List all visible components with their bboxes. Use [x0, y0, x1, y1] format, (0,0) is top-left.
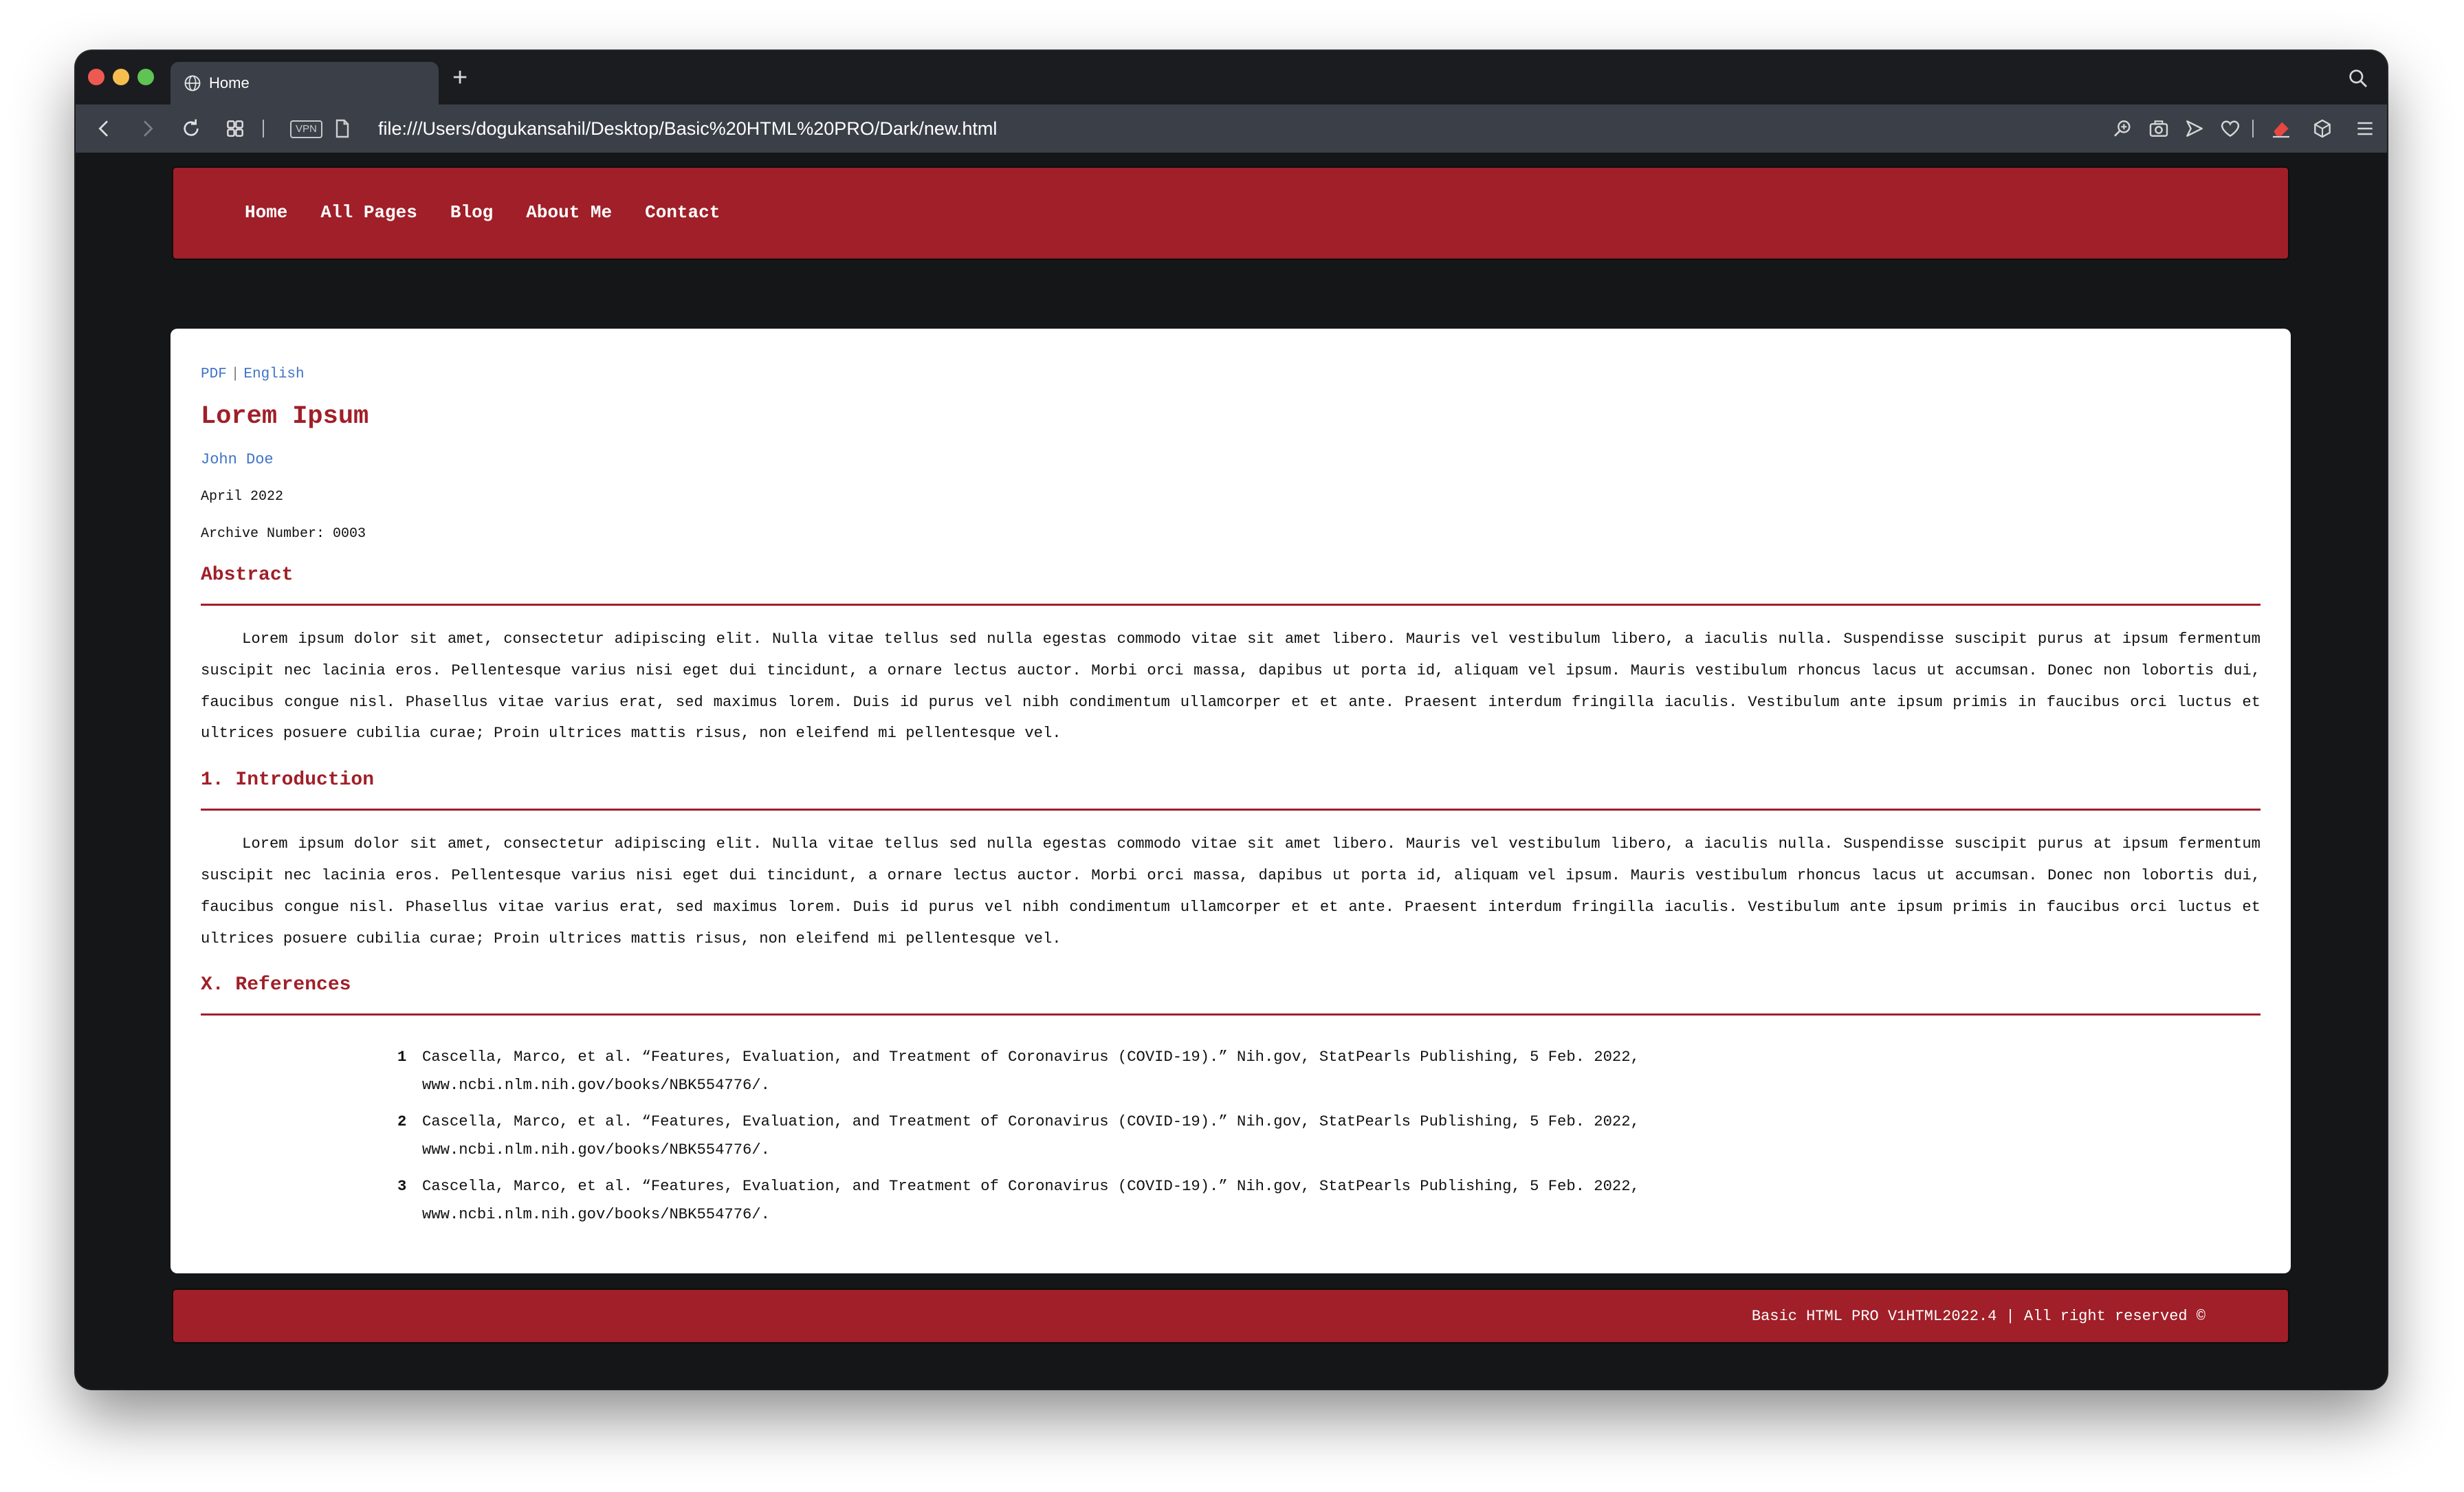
reference-text: Cascella, Marco, et al. “Features, Evalu… [422, 1113, 1640, 1159]
zoom-icon[interactable] [2112, 118, 2134, 140]
page-viewport: Home All Pages Blog About Me Contact PDF… [76, 153, 2387, 1389]
separator [2252, 120, 2254, 138]
nav-contact-link[interactable]: Contact [645, 201, 720, 224]
reload-icon[interactable] [180, 118, 202, 140]
pdf-link[interactable]: PDF [201, 366, 227, 382]
heart-icon[interactable] [2219, 118, 2241, 140]
references-heading: X. References [201, 972, 2260, 1016]
reference-item: 2 Cascella, Marco, et al. “Features, Eva… [397, 1108, 1731, 1164]
minimize-window-button[interactable] [113, 69, 129, 85]
tab-strip: Home + [76, 51, 2387, 105]
reference-text: Cascella, Marco, et al. “Features, Evalu… [422, 1178, 1640, 1224]
maximize-window-button[interactable] [138, 69, 154, 85]
site-nav: Home All Pages Blog About Me Contact [245, 201, 720, 224]
site-header: Home All Pages Blog About Me Contact [172, 166, 2289, 260]
reference-number: 2 [397, 1113, 407, 1131]
site-footer: Basic HTML PRO V1HTML2022.4 | All right … [172, 1288, 2289, 1343]
links-separator: | [230, 366, 240, 382]
reference-number: 1 [397, 1049, 407, 1066]
abstract-heading: Abstract [201, 562, 2260, 606]
vpn-button[interactable]: VPN [290, 120, 322, 138]
separator [263, 120, 264, 138]
file-icon [336, 119, 349, 138]
nav-all-pages-link[interactable]: All Pages [320, 201, 417, 224]
back-icon[interactable] [94, 118, 116, 140]
introduction-heading: 1. Introduction [201, 767, 2260, 811]
send-icon[interactable] [2184, 118, 2206, 140]
introduction-paragraph: Lorem ipsum dolor sit amet, consectetur … [201, 835, 2260, 947]
references-list: 1 Cascella, Marco, et al. “Features, Eva… [201, 1043, 2260, 1229]
reference-text: Cascella, Marco, et al. “Features, Evalu… [422, 1049, 1640, 1095]
camera-icon[interactable] [2148, 118, 2170, 140]
nav-home-link[interactable]: Home [245, 201, 287, 224]
language-link[interactable]: English [243, 366, 304, 382]
forward-icon[interactable] [136, 118, 158, 140]
tab-home[interactable]: Home [170, 62, 439, 105]
reference-number: 3 [397, 1178, 407, 1196]
address-field[interactable]: file:///Users/dogukansahil/Desktop/Basic… [378, 118, 997, 140]
browser-window: Home + VPN file:///Users/dogukansahil/De… [76, 51, 2387, 1389]
document-links: PDF | English [201, 364, 2260, 385]
archive-number: Archive Number: 0003 [201, 526, 366, 542]
address-bar: VPN file:///Users/dogukansahil/Desktop/B… [76, 105, 2387, 153]
reference-item: 3 Cascella, Marco, et al. “Features, Eva… [397, 1172, 1731, 1229]
nav-blog-link[interactable]: Blog [450, 201, 493, 224]
tiles-icon[interactable] [224, 118, 246, 140]
author-link[interactable]: John Doe [201, 450, 2260, 470]
reference-item: 1 Cascella, Marco, et al. “Features, Eva… [397, 1043, 1731, 1099]
footer-copyright: Basic HTML PRO V1HTML2022.4 | All right … [1751, 1308, 2206, 1325]
abstract-paragraph: Lorem ipsum dolor sit amet, consectetur … [201, 630, 2260, 743]
tab-title: Home [209, 74, 250, 91]
cube-icon[interactable] [2311, 118, 2333, 140]
search-icon[interactable] [2347, 67, 2369, 89]
publication-date: April 2022 [201, 489, 284, 505]
menu-icon[interactable] [2354, 118, 2376, 140]
page-title: Lorem Ipsum [201, 402, 369, 431]
close-window-button[interactable] [88, 69, 104, 85]
new-tab-button[interactable]: + [452, 65, 468, 91]
article-card: PDF | English Lorem Ipsum John Doe April 2… [170, 329, 2291, 1273]
eraser-icon[interactable] [2270, 118, 2292, 140]
globe-icon [184, 75, 201, 91]
nav-about-me-link[interactable]: About Me [526, 201, 612, 224]
